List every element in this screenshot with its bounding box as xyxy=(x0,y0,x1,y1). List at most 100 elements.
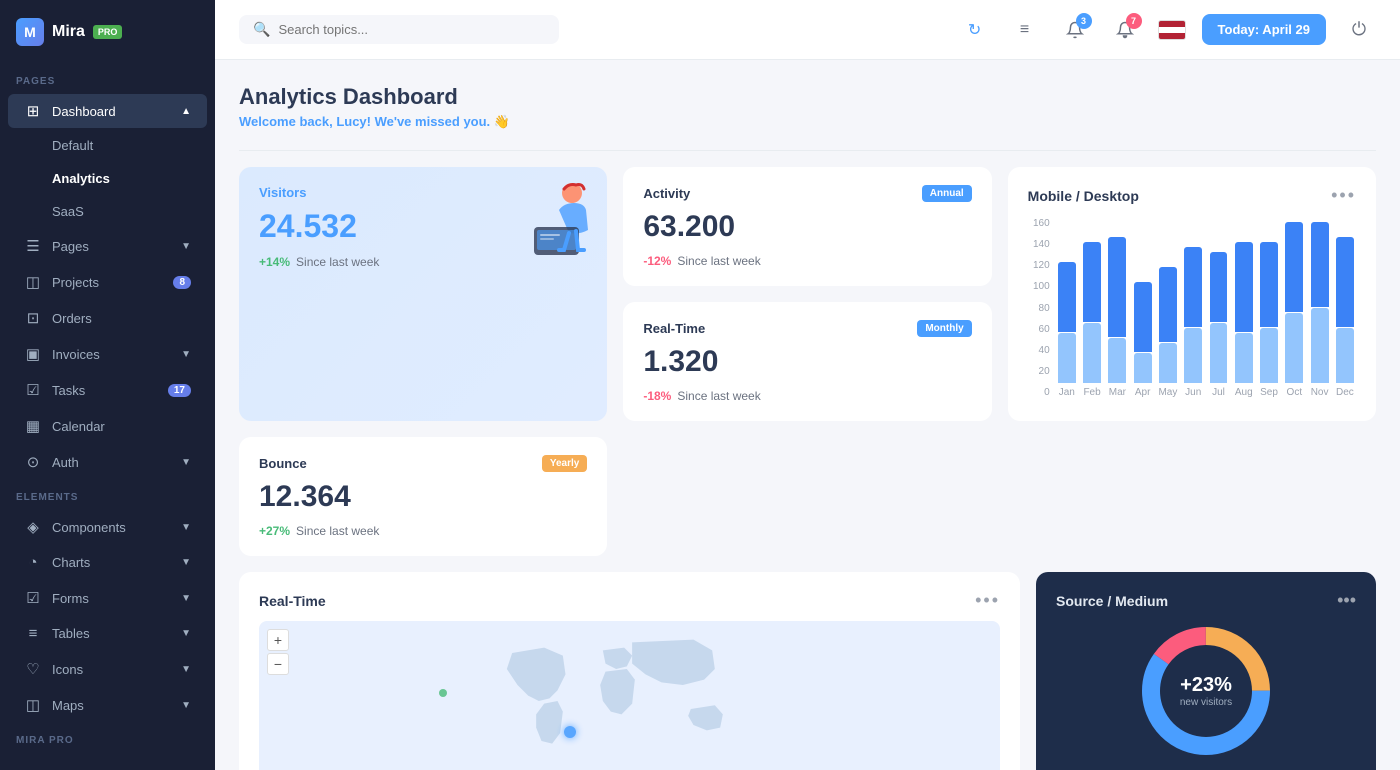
charts-icon: ◔ xyxy=(24,554,42,571)
sidebar-item-label: Auth xyxy=(52,455,171,470)
mobile-bar xyxy=(1058,333,1076,383)
mobile-bar xyxy=(1083,323,1101,383)
page-subtitle: Welcome back, Lucy! We've missed you. 👋 xyxy=(239,114,1376,130)
sidebar-item-label: Pages xyxy=(52,239,171,254)
sidebar-item-default[interactable]: Default xyxy=(8,130,207,161)
bounce-header: Bounce Yearly xyxy=(259,455,587,472)
bar-stack xyxy=(1233,242,1255,383)
refresh-button[interactable]: ↻ xyxy=(958,13,992,47)
source-medium-card: Source / Medium ••• xyxy=(1036,572,1376,770)
bar-label: Mar xyxy=(1109,387,1126,398)
activity-title: Activity xyxy=(643,186,690,201)
sidebar-item-dashboard[interactable]: ⊞ Dashboard ▲ xyxy=(8,94,207,128)
bounce-since: Since last week xyxy=(296,524,379,538)
sidebar-item-tables[interactable]: ≡ Tables ▼ xyxy=(8,617,207,650)
map-dot-2 xyxy=(439,689,447,697)
zoom-in-button[interactable]: + xyxy=(267,629,289,651)
y-axis: 160 140 120 100 80 60 40 20 0 xyxy=(1028,218,1054,398)
bar-label: Nov xyxy=(1311,387,1329,398)
language-flag[interactable] xyxy=(1158,20,1186,40)
sidebar-item-maps[interactable]: ◫ Maps ▼ xyxy=(8,688,207,722)
subtitle-prefix: Welcome back, xyxy=(239,114,336,129)
mobile-bar xyxy=(1108,338,1126,383)
map-dot-1 xyxy=(564,726,576,738)
sidebar-item-label: Analytics xyxy=(52,171,191,186)
filter-button[interactable]: ≡ xyxy=(1008,13,1042,47)
pages-section-label: PAGES xyxy=(0,64,215,93)
sidebar-item-calendar[interactable]: ▦ Calendar xyxy=(8,409,207,443)
donut-wrap: +23% new visitors xyxy=(1136,621,1276,761)
app-name: Mira xyxy=(52,23,85,41)
sidebar-item-forms[interactable]: ☑ Forms ▼ xyxy=(8,581,207,615)
source-header: Source / Medium ••• xyxy=(1056,590,1356,611)
activity-footer: -12% Since last week xyxy=(643,254,971,268)
sidebar-item-label: Forms xyxy=(52,591,171,606)
chevron-icon: ▼ xyxy=(181,522,191,533)
sidebar-item-charts[interactable]: ◔ Charts ▼ xyxy=(8,546,207,579)
chart-menu-button[interactable]: ••• xyxy=(1331,185,1356,206)
alerts-button[interactable]: 7 xyxy=(1108,13,1142,47)
tasks-badge: 17 xyxy=(168,384,191,397)
world-map-svg xyxy=(259,621,1000,770)
pages-icon: ☰ xyxy=(24,237,42,255)
separator xyxy=(239,150,1376,151)
sidebar-item-orders[interactable]: ⊡ Orders xyxy=(8,301,207,335)
sidebar-item-analytics[interactable]: Analytics xyxy=(8,163,207,194)
chevron-icon: ▼ xyxy=(181,557,191,568)
mobile-bar xyxy=(1235,333,1253,383)
zoom-out-button[interactable]: − xyxy=(267,653,289,675)
realtime-since: Since last week xyxy=(677,389,760,403)
sidebar-item-auth[interactable]: ⊙ Auth ▼ xyxy=(8,445,207,479)
notifications-badge: 3 xyxy=(1076,13,1092,29)
donut-container: +23% new visitors xyxy=(1056,621,1356,761)
bar-chart-container: 160 140 120 100 80 60 40 20 0 JanFebMarA… xyxy=(1028,218,1356,398)
bar-group: Feb xyxy=(1081,218,1103,398)
page-area: Analytics Dashboard Welcome back, Lucy! … xyxy=(215,60,1400,770)
bar-group: Oct xyxy=(1283,218,1305,398)
source-menu-button[interactable]: ••• xyxy=(1337,590,1356,611)
bar-stack xyxy=(1207,252,1229,383)
orders-icon: ⊡ xyxy=(24,309,42,327)
donut-label: new visitors xyxy=(1180,697,1232,708)
map-title: Real-Time xyxy=(259,593,326,609)
bar-stack xyxy=(1157,267,1179,383)
chevron-icon: ▼ xyxy=(181,457,191,468)
mobile-bar xyxy=(1134,353,1152,383)
bar-group: Jun xyxy=(1182,218,1204,398)
realtime-stat-card: Real-Time Monthly 1.320 -18% Since last … xyxy=(623,302,991,421)
sidebar-item-invoices[interactable]: ▣ Invoices ▼ xyxy=(8,337,207,371)
bar-stack xyxy=(1182,247,1204,383)
sidebar-item-label: Projects xyxy=(52,275,163,290)
notifications-button[interactable]: 3 xyxy=(1058,13,1092,47)
sidebar-item-label: Invoices xyxy=(52,347,171,362)
search-wrapper[interactable]: 🔍 xyxy=(239,15,559,44)
desktop-bar xyxy=(1311,222,1329,307)
bounce-footer: +27% Since last week xyxy=(259,524,587,538)
sidebar-item-tasks[interactable]: ☑ Tasks 17 xyxy=(8,373,207,407)
search-input[interactable] xyxy=(278,22,545,37)
sidebar-item-projects[interactable]: ◫ Projects 8 xyxy=(8,265,207,299)
mobile-bar xyxy=(1159,343,1177,383)
bar-label: Aug xyxy=(1235,387,1253,398)
bar-stack xyxy=(1056,262,1078,383)
today-button[interactable]: Today: April 29 xyxy=(1202,14,1326,45)
mobile-bar xyxy=(1210,323,1228,383)
mobile-bar xyxy=(1336,328,1354,383)
realtime-value: 1.320 xyxy=(643,345,971,379)
bar-group: Dec xyxy=(1334,218,1356,398)
maps-icon: ◫ xyxy=(24,696,42,714)
sidebar-item-components[interactable]: ◈ Components ▼ xyxy=(8,510,207,544)
power-button[interactable]: ⏻ xyxy=(1342,13,1376,47)
topbar-right: ↻ ≡ 3 7 Today: April 29 ⏻ xyxy=(958,13,1376,47)
bar-stack xyxy=(1334,237,1356,383)
sidebar-item-pages[interactable]: ☰ Pages ▼ xyxy=(8,229,207,263)
map-menu-button[interactable]: ••• xyxy=(975,590,1000,611)
bar-group: Sep xyxy=(1258,218,1280,398)
sidebar-item-saas[interactable]: SaaS xyxy=(8,196,207,227)
mobile-desktop-card: Mobile / Desktop ••• 160 140 120 100 80 … xyxy=(1008,167,1376,421)
map-controls: + − xyxy=(267,629,289,675)
username: Lucy xyxy=(336,114,366,129)
sidebar-item-icons[interactable]: ♡ Icons ▼ xyxy=(8,652,207,686)
chevron-icon: ▼ xyxy=(181,241,191,252)
bars-area: JanFebMarAprMayJunJulAugSepOctNovDec xyxy=(1056,218,1356,398)
